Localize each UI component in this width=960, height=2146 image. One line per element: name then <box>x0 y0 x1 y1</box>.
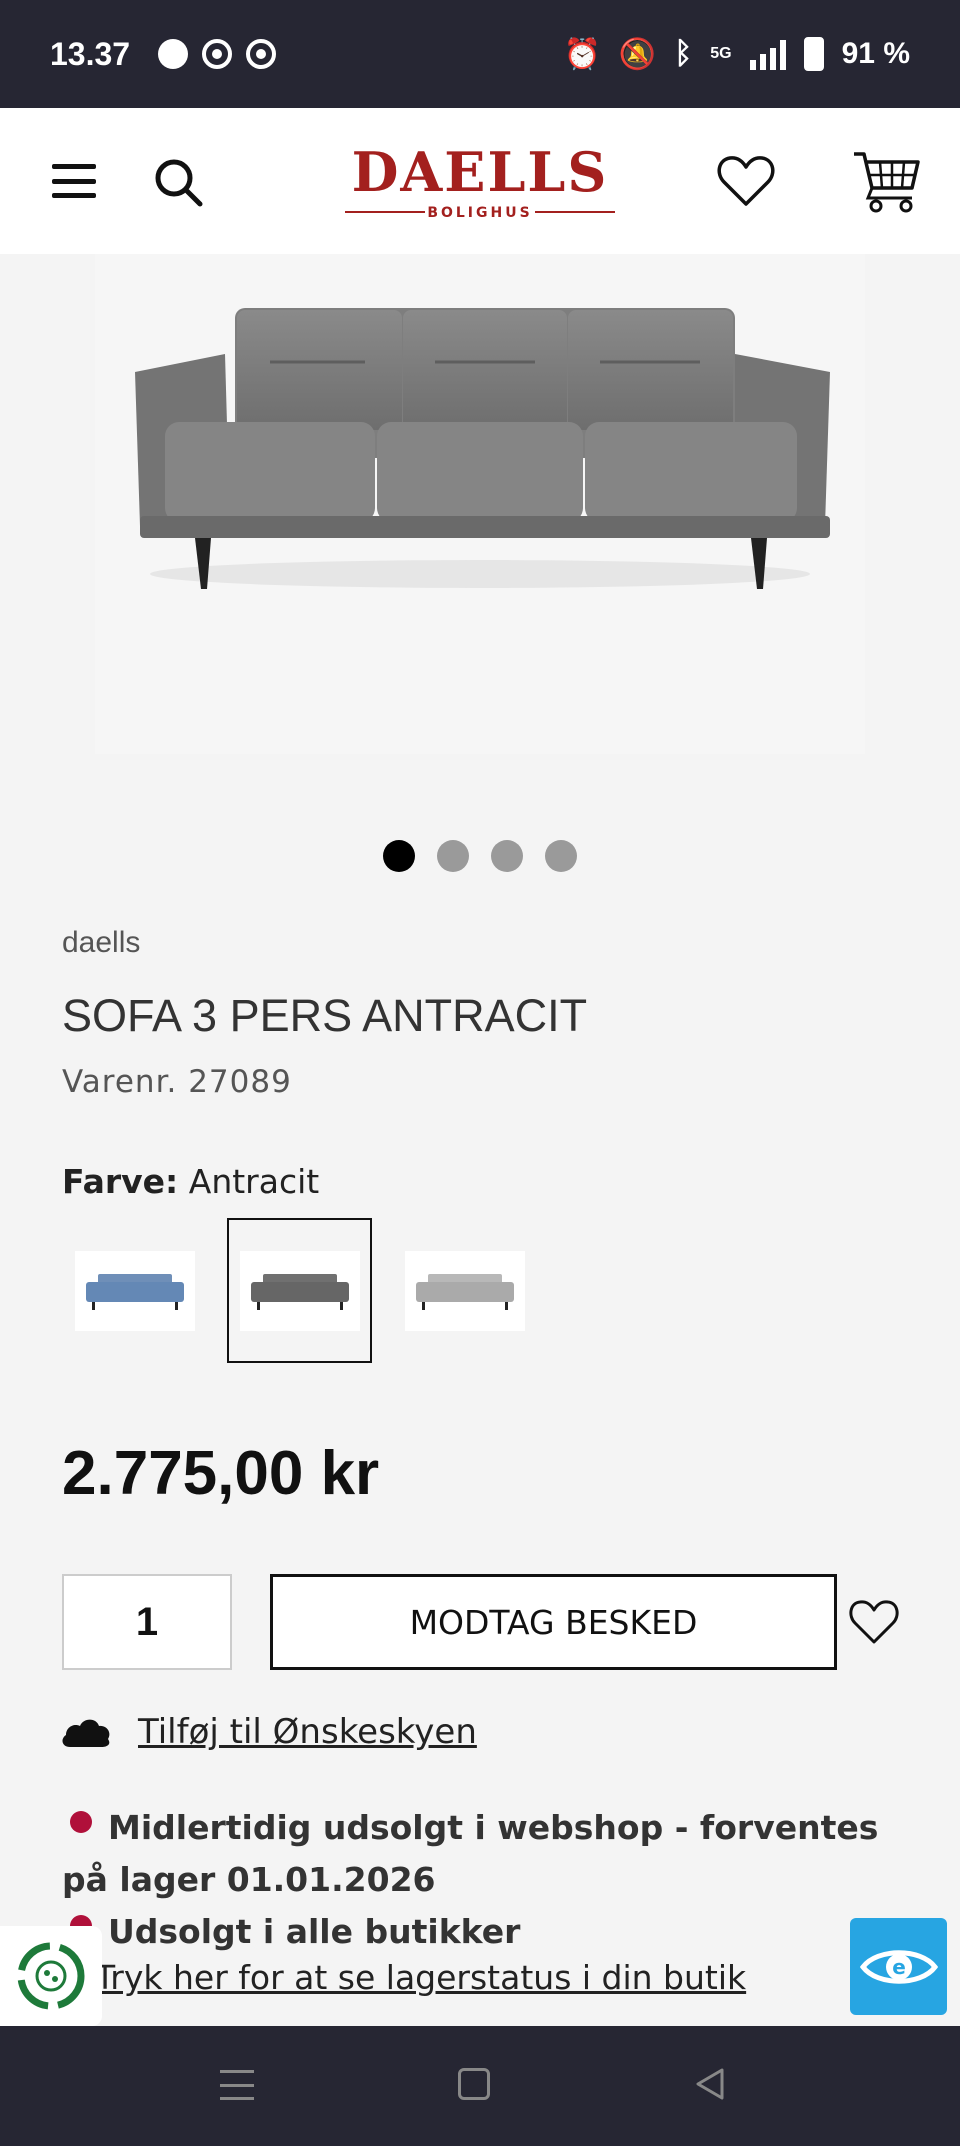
notification-icon <box>246 39 277 69</box>
carousel-dot[interactable] <box>491 840 523 872</box>
bluetooth-icon: ᛒ <box>674 37 693 70</box>
network-type: 5G <box>710 45 732 62</box>
stock-status: Midlertidig udsolgt i webshop - forvente… <box>62 1802 892 1958</box>
store-stock-link[interactable]: Tryk her for at se lagerstatus i din but… <box>95 1958 746 1997</box>
svg-text:e: e <box>892 1955 906 1979</box>
stock-webshop-text: Midlertidig udsolgt i webshop - forvente… <box>62 1808 879 1899</box>
color-swatches <box>62 1218 537 1363</box>
messenger-icon <box>158 39 189 69</box>
battery-level: 91 % <box>841 37 910 70</box>
search-icon[interactable] <box>152 156 204 208</box>
product-price: 2.775,00 kr <box>62 1439 380 1508</box>
out-of-stock-indicator <box>70 1811 92 1833</box>
swatch-blue[interactable] <box>62 1218 207 1363</box>
add-to-wishlist-link[interactable]: Tilføj til Ønskeskyen <box>138 1712 477 1752</box>
carousel-dot[interactable] <box>437 840 469 872</box>
product-title: SOFA 3 PERS ANTRACIT <box>62 990 588 1041</box>
site-header: DAELLS BOLIGHUS <box>0 108 960 254</box>
recents-icon[interactable] <box>220 2070 254 2100</box>
status-time: 13.37 <box>50 35 131 72</box>
carousel-dot[interactable] <box>545 840 577 872</box>
home-icon[interactable] <box>458 2068 490 2100</box>
quantity-input[interactable]: 1 <box>62 1574 232 1670</box>
swatch-light-grey[interactable] <box>392 1218 537 1363</box>
swatch-antracit[interactable] <box>227 1218 372 1363</box>
notification-icons <box>158 39 277 69</box>
menu-icon[interactable] <box>52 164 96 198</box>
product-brand[interactable]: daells <box>62 926 140 960</box>
color-selector-label: Farve: Antracit <box>62 1162 319 1201</box>
add-to-wishlist-heart-icon[interactable] <box>848 1596 900 1648</box>
cart-icon[interactable] <box>852 148 920 214</box>
cloud-icon <box>62 1719 110 1747</box>
notification-icon <box>202 39 233 69</box>
system-nav-bar <box>0 2026 960 2146</box>
eco-badge-icon[interactable] <box>0 1926 102 2026</box>
notify-button[interactable]: MODTAG BESKED <box>270 1574 837 1670</box>
wishlist-cloud-row: Tilføj til Ønskeskyen <box>60 1712 477 1752</box>
accessibility-eye-icon[interactable]: e <box>850 1918 947 2015</box>
logo[interactable]: DAELLS BOLIGHUS <box>345 144 615 224</box>
carousel-dot[interactable] <box>383 840 415 872</box>
color-label: Farve: <box>62 1162 179 1201</box>
status-bar: 13.37 ⏰ 🔕 ᛒ 5G 91 % <box>0 0 960 108</box>
product-image[interactable] <box>95 254 865 754</box>
color-value: Antracit <box>188 1162 320 1201</box>
alarm-icon: ⏰ <box>563 37 601 71</box>
system-icons: ⏰ 🔕 ᛒ 5G 91 % <box>564 37 910 72</box>
signal-icon <box>749 38 786 70</box>
logo-subtitle: BOLIGHUS <box>427 205 533 221</box>
logo-wordmark: DAELLS <box>351 140 609 204</box>
wishlist-heart-icon[interactable] <box>716 152 776 212</box>
product-sku: Varenr. 27089 <box>62 1064 292 1100</box>
back-icon[interactable] <box>692 2066 728 2102</box>
mute-icon: 🔕 <box>618 37 657 71</box>
stock-stores-text: Udsolgt i alle butikker <box>108 1912 521 1951</box>
carousel-dots <box>0 840 960 872</box>
battery-icon <box>803 37 824 71</box>
